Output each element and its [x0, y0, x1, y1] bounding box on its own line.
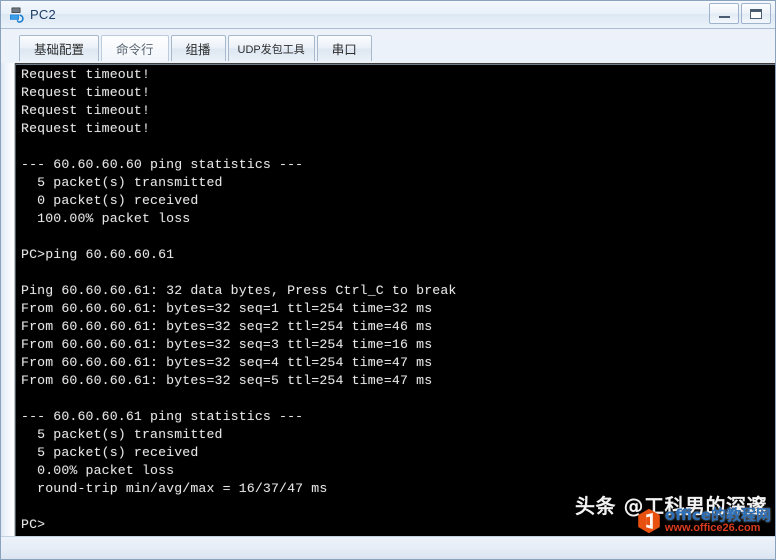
terminal-line: From 60.60.60.61: bytes=32 seq=3 ttl=254…	[21, 337, 433, 352]
terminal-left-gutter	[1, 63, 15, 537]
title-bar: PC2	[1, 1, 775, 29]
terminal-line: 5 packet(s) transmitted	[21, 427, 223, 442]
pc-device-icon	[8, 6, 25, 23]
terminal-line: round-trip min/avg/max = 16/37/47 ms	[21, 481, 328, 496]
minimize-button[interactable]	[709, 3, 739, 24]
terminal-line: PC>ping 60.60.60.61	[21, 247, 175, 262]
terminal-line: --- 60.60.60.60 ping statistics ---	[21, 157, 304, 172]
terminal-line: From 60.60.60.61: bytes=32 seq=1 ttl=254…	[21, 301, 433, 316]
pc-console-window: PC2 基础配置 命令行 组播 UDP发包工具 串口 Request timeo…	[0, 0, 776, 560]
terminal-line: From 60.60.60.61: bytes=32 seq=2 ttl=254…	[21, 319, 433, 334]
window-title: PC2	[30, 7, 56, 22]
tab-label: 命令行	[116, 43, 154, 57]
tab-label: 基础配置	[34, 43, 85, 57]
minimize-icon	[718, 15, 730, 18]
terminal-line: --- 60.60.60.61 ping statistics ---	[21, 409, 304, 424]
terminal-line: 5 packet(s) transmitted	[21, 175, 223, 190]
terminal-panel[interactable]: Request timeout! Request timeout! Request …	[15, 63, 775, 537]
tab-bar: 基础配置 命令行 组播 UDP发包工具 串口	[1, 29, 775, 61]
terminal-line: Request timeout!	[21, 67, 151, 82]
maximize-button[interactable]	[741, 3, 771, 24]
terminal-line: 5 packet(s) received	[21, 445, 199, 460]
terminal-output[interactable]: Request timeout! Request timeout! Request …	[21, 66, 775, 537]
terminal-line: From 60.60.60.61: bytes=32 seq=5 ttl=254…	[21, 373, 433, 388]
maximize-icon	[750, 8, 762, 19]
terminal-line: Request timeout!	[21, 121, 151, 136]
terminal-line: PC>	[21, 517, 46, 532]
tab-label: UDP发包工具	[237, 43, 305, 56]
tab-multicast[interactable]: 组播	[170, 35, 226, 61]
tab-udp-tool[interactable]: UDP发包工具	[227, 35, 315, 61]
tab-label: 串口	[331, 43, 357, 57]
tab-basic-config[interactable]: 基础配置	[19, 35, 100, 61]
terminal-line: 0 packet(s) received	[21, 193, 199, 208]
window-controls	[709, 3, 771, 24]
status-bar	[1, 536, 775, 559]
tab-serial-port[interactable]: 串口	[316, 35, 372, 61]
tab-label: 组播	[185, 43, 211, 57]
terminal-line: 100.00% packet loss	[21, 211, 191, 226]
terminal-line: 0.00% packet loss	[21, 463, 175, 478]
terminal-line: From 60.60.60.61: bytes=32 seq=4 ttl=254…	[21, 355, 433, 370]
terminal-line: Request timeout!	[21, 103, 151, 118]
tab-command-line[interactable]: 命令行	[101, 35, 169, 61]
terminal-line: Request timeout!	[21, 85, 151, 100]
terminal-line: Ping 60.60.60.61: 32 data bytes, Press C…	[21, 283, 457, 298]
